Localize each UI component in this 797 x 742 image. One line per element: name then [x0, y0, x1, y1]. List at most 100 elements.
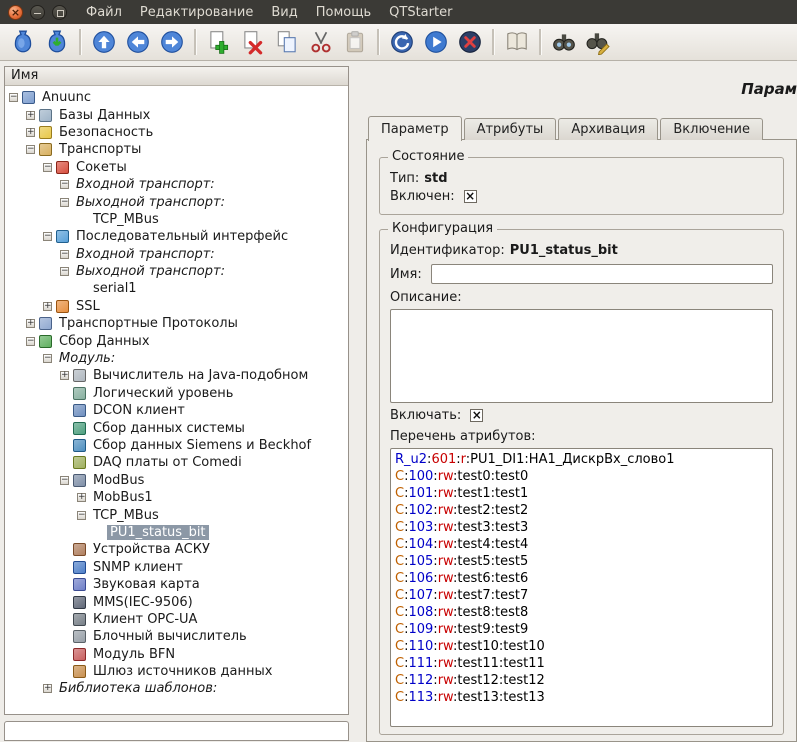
tab-1[interactable]: Атрибуты	[464, 118, 557, 140]
expand-icon[interactable]: +	[26, 128, 35, 137]
tree-item[interactable]: TCP_MBus	[5, 211, 348, 228]
enable-checkbox[interactable]: ×	[470, 409, 483, 422]
find-icon[interactable]	[548, 27, 580, 58]
cut-item-icon[interactable]	[305, 27, 337, 58]
expand-icon[interactable]: +	[43, 302, 52, 311]
menu-edit[interactable]: Редактирование	[131, 2, 262, 23]
paste-item-icon[interactable]	[339, 27, 371, 58]
tree-item[interactable]: −Сокеты	[5, 159, 348, 176]
tree-item[interactable]: DAQ платы от Comedi	[5, 454, 348, 471]
menu-file[interactable]: Файл	[77, 2, 131, 23]
stop-icon[interactable]	[454, 27, 486, 58]
tree-item[interactable]: −Входной транспорт:	[5, 176, 348, 193]
collapse-icon[interactable]: −	[43, 232, 52, 241]
attr-list-item[interactable]: C:108:rw:test8:test8	[395, 604, 768, 621]
tree-item[interactable]: Сбор данных системы	[5, 419, 348, 436]
collapse-icon[interactable]: −	[77, 511, 86, 520]
tree-item[interactable]: SNMP клиент	[5, 559, 348, 576]
menu-help[interactable]: Помощь	[307, 2, 380, 23]
menu-qtstarter[interactable]: QTStarter	[380, 2, 461, 23]
collapse-icon[interactable]: −	[60, 180, 69, 189]
tree-item[interactable]: +MobBus1	[5, 489, 348, 506]
tree-item[interactable]: Шлюз источников данных	[5, 663, 348, 680]
back-icon[interactable]	[122, 27, 154, 58]
attr-list-item[interactable]: C:111:rw:test11:test11	[395, 655, 768, 672]
collapse-icon[interactable]: −	[60, 198, 69, 207]
attr-list-item[interactable]: C:103:rw:test3:test3	[395, 519, 768, 536]
attr-list-item[interactable]: R_u2:601:r:PU1_DI1:НА1_ДискрВх_слово1	[395, 451, 768, 468]
reload-icon[interactable]	[386, 27, 418, 58]
tree-item[interactable]: PU1_status_bit	[5, 524, 348, 541]
attr-list-item[interactable]: C:105:rw:test5:test5	[395, 553, 768, 570]
close-button[interactable]: ×	[8, 5, 23, 20]
copy-item-icon[interactable]	[271, 27, 303, 58]
enabled-checkbox[interactable]: ×	[464, 190, 477, 203]
db-save-icon[interactable]	[41, 27, 73, 58]
attr-list-item[interactable]: C:102:rw:test2:test2	[395, 502, 768, 519]
tree-item[interactable]: −Транспорты	[5, 141, 348, 158]
tree-item[interactable]: −Последовательный интерфейс	[5, 228, 348, 245]
delete-item-icon[interactable]	[237, 27, 269, 58]
tree-item[interactable]: +Базы Данных	[5, 106, 348, 123]
tree-item[interactable]: serial1	[5, 280, 348, 297]
add-item-icon[interactable]	[203, 27, 235, 58]
attr-list[interactable]: R_u2:601:r:PU1_DI1:НА1_ДискрВх_слово1C:1…	[390, 448, 773, 727]
up-icon[interactable]	[88, 27, 120, 58]
tree-item[interactable]: +Безопасность	[5, 124, 348, 141]
manual-icon[interactable]	[501, 27, 533, 58]
tree-item[interactable]: +SSL	[5, 298, 348, 315]
tree-item[interactable]: +Библиотека шаблонов:	[5, 680, 348, 697]
tree-item[interactable]: Звуковая карта	[5, 576, 348, 593]
tree-item[interactable]: −TCP_MBus	[5, 506, 348, 523]
attr-list-item[interactable]: C:110:rw:test10:test10	[395, 638, 768, 655]
tab-2[interactable]: Архивация	[558, 118, 658, 140]
tree-item[interactable]: −Входной транспорт:	[5, 246, 348, 263]
attr-list-item[interactable]: C:113:rw:test13:test13	[395, 689, 768, 706]
expand-icon[interactable]: +	[77, 493, 86, 502]
tree-item[interactable]: −Anuunc	[5, 89, 348, 106]
collapse-icon[interactable]: −	[43, 354, 52, 363]
tree-item[interactable]: −Модуль:	[5, 350, 348, 367]
tree-item[interactable]: MMS(IEC-9506)	[5, 593, 348, 610]
tree-item[interactable]: Устройства АСКУ	[5, 541, 348, 558]
attr-list-item[interactable]: C:106:rw:test6:test6	[395, 570, 768, 587]
attr-list-item[interactable]: C:100:rw:test0:test0	[395, 468, 768, 485]
menu-view[interactable]: Вид	[262, 2, 306, 23]
tree-item[interactable]: +Вычислитель на Java-подобном	[5, 367, 348, 384]
find-edit-icon[interactable]	[582, 27, 614, 58]
tab-0[interactable]: Параметр	[368, 116, 462, 141]
tree-item[interactable]: +Транспортные Протоколы	[5, 315, 348, 332]
collapse-icon[interactable]: −	[26, 337, 35, 346]
forward-icon[interactable]	[156, 27, 188, 58]
db-load-icon[interactable]	[7, 27, 39, 58]
collapse-icon[interactable]: −	[43, 163, 52, 172]
collapse-icon[interactable]: −	[60, 476, 69, 485]
description-textarea[interactable]	[390, 309, 773, 403]
tree-item[interactable]: Модуль BFN	[5, 646, 348, 663]
attr-list-item[interactable]: C:107:rw:test7:test7	[395, 587, 768, 604]
tree-item[interactable]: Логический уровень	[5, 385, 348, 402]
collapse-icon[interactable]: −	[60, 250, 69, 259]
attr-list-item[interactable]: C:109:rw:test9:test9	[395, 621, 768, 638]
tree-item[interactable]: −Выходной транспорт:	[5, 193, 348, 210]
collapse-icon[interactable]: −	[9, 93, 18, 102]
expand-icon[interactable]: +	[26, 319, 35, 328]
collapse-icon[interactable]: −	[26, 145, 35, 154]
expand-icon[interactable]: +	[26, 111, 35, 120]
expand-icon[interactable]: +	[43, 684, 52, 693]
tree-item[interactable]: −ModBus	[5, 472, 348, 489]
maximize-button[interactable]	[52, 5, 67, 20]
tree-item[interactable]: Сбор данных Siemens и Beckhof	[5, 437, 348, 454]
attr-list-item[interactable]: C:104:rw:test4:test4	[395, 536, 768, 553]
tree-item[interactable]: −Выходной транспорт:	[5, 263, 348, 280]
collapse-icon[interactable]: −	[60, 267, 69, 276]
attr-list-item[interactable]: C:101:rw:test1:test1	[395, 485, 768, 502]
tree-item[interactable]: Клиент OPC-UA	[5, 611, 348, 628]
expand-icon[interactable]: +	[60, 371, 69, 380]
start-icon[interactable]	[420, 27, 452, 58]
tree-item[interactable]: DCON клиент	[5, 402, 348, 419]
minimize-button[interactable]	[30, 5, 45, 20]
tree-item[interactable]: −Сбор Данных	[5, 332, 348, 349]
tab-3[interactable]: Включение	[660, 118, 763, 140]
name-input[interactable]	[431, 264, 773, 284]
